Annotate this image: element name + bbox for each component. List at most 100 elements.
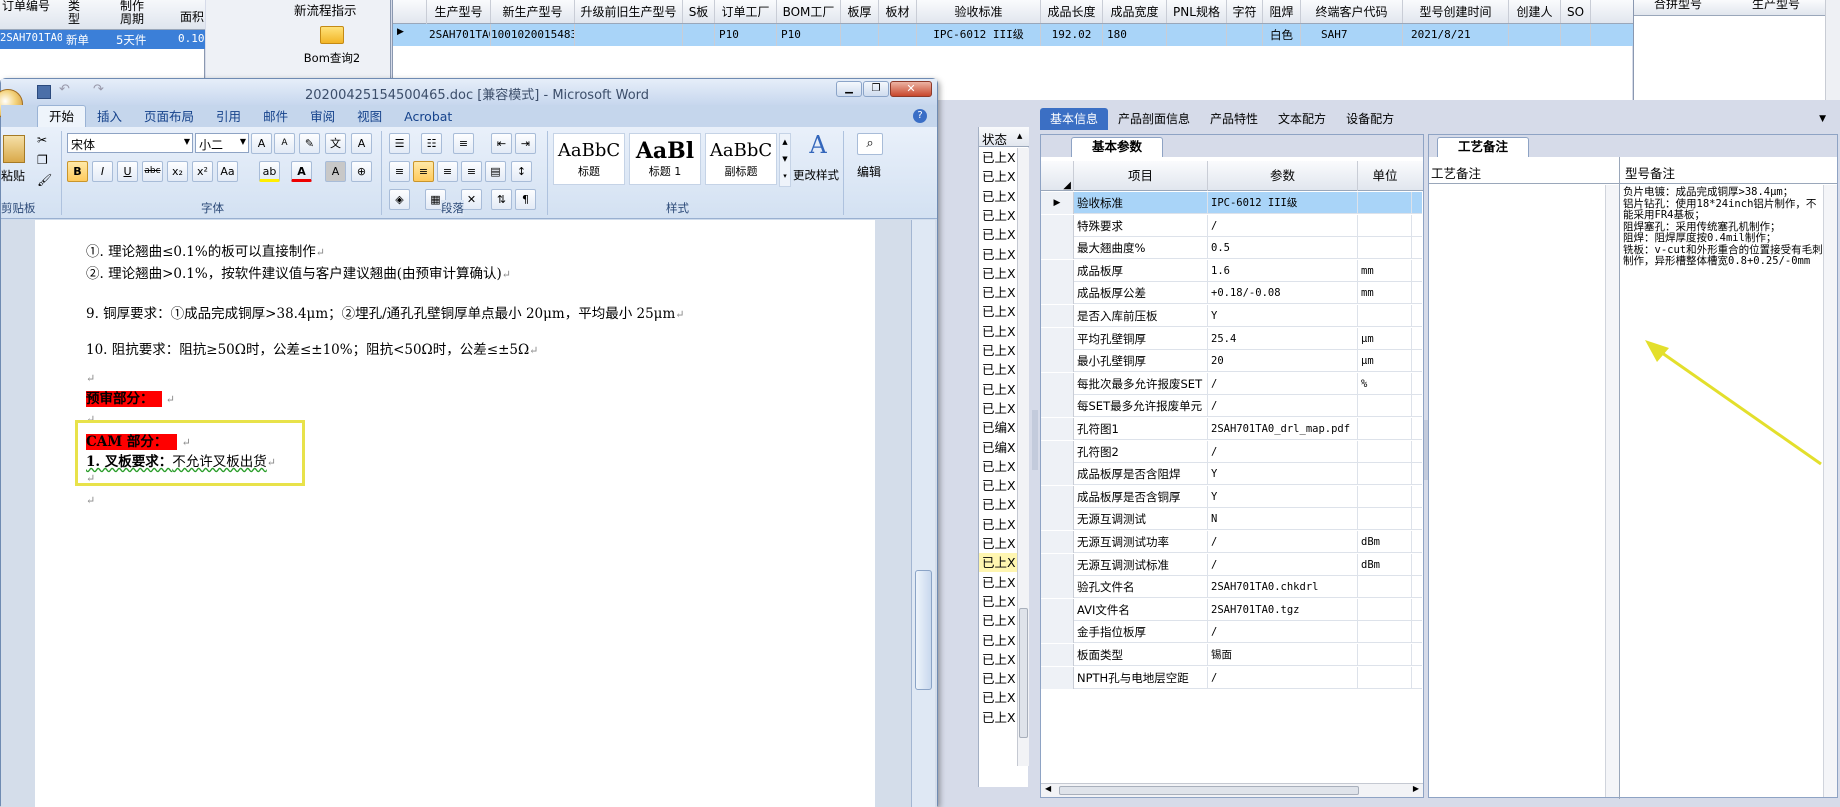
param-row[interactable]: 平均孔壁铜厚 25.4 μm (1041, 327, 1422, 350)
status-cell[interactable]: 已上X (979, 515, 1019, 534)
param-row[interactable]: 最大翘曲度% 0.5 (1041, 237, 1422, 260)
format-button[interactable]: B (67, 161, 88, 182)
notes-scroll-left[interactable] (1605, 185, 1619, 797)
dropdown-arrow-icon[interactable]: ▼ (1809, 108, 1836, 130)
style-option[interactable]: AaBbC 标题 (553, 133, 625, 185)
row-selector[interactable] (1041, 553, 1074, 576)
undo-icon[interactable]: ↶ (59, 82, 70, 97)
format-button[interactable]: x₂ (167, 161, 188, 182)
param-row[interactable]: 板面类型 锡面 (1041, 644, 1422, 666)
scroll-left-icon[interactable]: ◀ (1045, 784, 1051, 793)
bom-query-button[interactable]: Bom查询2 (302, 26, 362, 72)
bullets-icon[interactable]: ☰ (389, 133, 410, 154)
row-selector[interactable] (1041, 237, 1074, 260)
param-row[interactable]: 验孔文件名 2SAH701TA0.chkdrl (1041, 576, 1422, 599)
status-cell[interactable]: 已上X (979, 573, 1019, 592)
param-row[interactable]: 成品板厚是否含铜厚 Y (1041, 485, 1422, 508)
highlight-icon[interactable]: ab (259, 161, 280, 182)
col-header[interactable]: 合拼型号 (1654, 0, 1702, 12)
status-cell[interactable]: 已上X (979, 534, 1019, 553)
font-name-select[interactable]: 宋体 ▼ (67, 133, 193, 153)
ribbon-tab[interactable]: 邮件 (252, 106, 299, 128)
status-cell[interactable]: 已编X (979, 418, 1019, 437)
param-row[interactable]: 孔符图2/ (1041, 440, 1422, 463)
param-row[interactable]: 是否入库前压板 Y (1041, 305, 1422, 327)
restore-button[interactable]: ❐ (863, 81, 889, 97)
row-selector[interactable] (1041, 440, 1074, 463)
col-header[interactable]: 阻焊 (1263, 0, 1301, 23)
status-cell[interactable]: 已上X (979, 611, 1019, 630)
status-cell[interactable]: 已上X (979, 322, 1019, 341)
notes-scroll-right[interactable] (1823, 185, 1837, 797)
row-selector[interactable] (1041, 644, 1074, 666)
status-cell[interactable]: 已上X (979, 148, 1019, 167)
ribbon-tab[interactable]: 审阅 (299, 106, 346, 128)
row-selector[interactable] (1041, 282, 1074, 305)
row-selector[interactable] (1041, 485, 1074, 508)
param-row[interactable]: 无源互调测试功率 / dBm (1041, 531, 1422, 553)
row-selector[interactable] (1041, 372, 1074, 395)
order-col-header[interactable]: 订单编号 (2, 0, 50, 30)
change-styles-label[interactable]: 更改样式 (793, 167, 839, 183)
format-painter-icon[interactable]: 🖌 (37, 173, 52, 187)
row-selector[interactable] (1041, 666, 1074, 689)
vertical-scrollbar[interactable] (1825, 0, 1840, 100)
sort-icon[interactable]: ⇅ (491, 189, 512, 210)
ribbon-tab[interactable]: 页面布局 (133, 106, 205, 128)
font-color-icon[interactable]: A (291, 161, 312, 182)
status-cell[interactable]: 已上X (979, 264, 1019, 283)
row-selector[interactable] (1041, 621, 1074, 644)
param-row[interactable]: 特殊要求 / (1041, 214, 1422, 237)
format-button[interactable]: I (92, 161, 113, 182)
status-cell[interactable]: 已上X (979, 495, 1019, 514)
params-col-item[interactable]: 项目 (1074, 161, 1208, 191)
top-grid-row[interactable]: ▶ 2SAH701TA0 10010200154834 P10 P10 IPC-… (393, 24, 1633, 46)
status-cell[interactable]: 已上X (979, 302, 1019, 321)
copy-icon[interactable]: ❐ (37, 153, 48, 167)
status-cell[interactable]: 已上X (979, 380, 1019, 399)
chinese-layout-icon[interactable]: ✕ (461, 189, 482, 210)
col-header[interactable]: 板材 (879, 0, 917, 23)
params-hscroll[interactable]: ◀ ▶ (1041, 783, 1423, 797)
splitter-handle[interactable] (1424, 420, 1428, 480)
status-cell[interactable]: 已上X (979, 245, 1019, 264)
col-header[interactable]: 创建人 (1509, 0, 1561, 23)
param-row[interactable]: 孔符图1 2SAH701TA0_drl_map.pdf (1041, 418, 1422, 440)
char-border-icon[interactable]: A (351, 133, 372, 154)
row-selector[interactable] (1041, 327, 1074, 350)
splitter-handle[interactable] (1032, 410, 1038, 470)
col-header[interactable]: 生产型号 (427, 0, 491, 23)
format-button[interactable]: abc (142, 161, 163, 182)
row-selector[interactable] (1041, 598, 1074, 621)
row-selector[interactable] (1041, 418, 1074, 440)
ribbon-tab[interactable]: 视图 (346, 106, 393, 128)
col-header[interactable]: 订单工厂 (715, 0, 777, 23)
status-cell[interactable]: 已上X (979, 399, 1019, 418)
change-styles-icon[interactable]: A (801, 131, 835, 161)
style-option[interactable]: AaBl 标题 1 (629, 133, 701, 185)
row-selector[interactable] (1041, 463, 1074, 486)
status-cell[interactable]: 已上X (979, 283, 1019, 302)
col-header[interactable]: 验收标准 (917, 0, 1041, 23)
status-scrollbar[interactable] (1017, 148, 1029, 766)
justify-icon[interactable]: ≡ (461, 161, 482, 182)
help-icon[interactable]: ? (913, 109, 927, 123)
enclose-char-icon[interactable]: ⊕ (351, 161, 372, 182)
clear-format-icon[interactable]: ✎ (299, 133, 320, 154)
edit-label[interactable]: 编辑 (857, 163, 881, 180)
ribbon-tab[interactable]: 开始 (37, 105, 87, 128)
param-row[interactable]: AVI文件名 2SAH701TA0.tgz (1041, 598, 1422, 621)
show-marks-icon[interactable]: ¶ (515, 189, 536, 210)
param-row[interactable]: 最小孔壁铜厚 20 μm (1041, 350, 1422, 373)
scroll-thumb[interactable] (1019, 608, 1028, 738)
row-selector[interactable] (1041, 576, 1074, 599)
scroll-thumb[interactable] (1059, 786, 1359, 795)
params-col-value[interactable]: 参数 (1208, 161, 1358, 191)
row-selector[interactable] (1041, 214, 1074, 237)
order-col-header[interactable]: 面积 (180, 8, 205, 25)
param-row[interactable]: 无源互调测试 N (1041, 508, 1422, 531)
decrease-indent-icon[interactable]: ⇤ (491, 133, 512, 154)
row-selector[interactable] (1041, 350, 1074, 373)
ribbon-tab[interactable]: 引用 (205, 106, 252, 128)
row-selector[interactable] (1041, 531, 1074, 553)
